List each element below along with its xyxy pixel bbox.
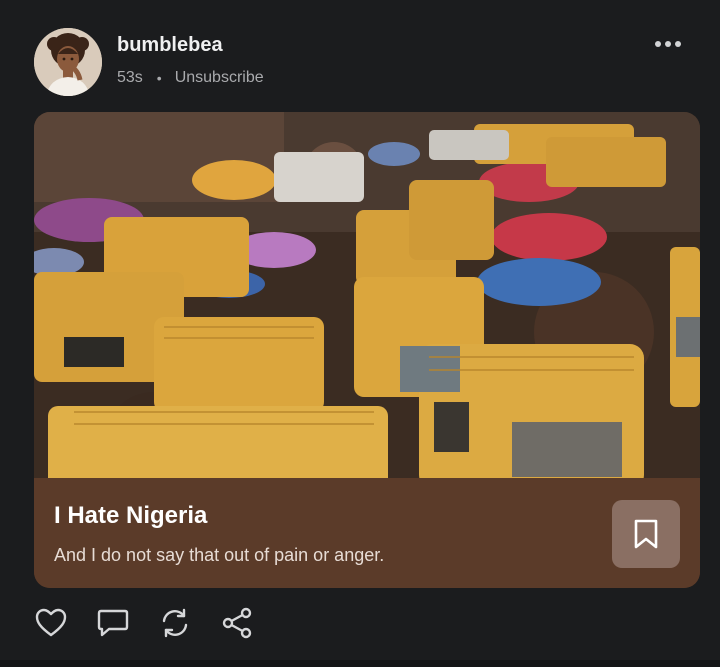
share-icon — [222, 607, 251, 638]
bookmark-button[interactable] — [612, 500, 680, 568]
post-time: 53s — [117, 69, 143, 86]
share-button[interactable] — [220, 606, 253, 639]
divider — [0, 660, 720, 667]
market-photo — [34, 112, 700, 492]
heart-icon — [35, 608, 66, 636]
action-bar — [34, 606, 253, 639]
repost-button[interactable] — [158, 606, 191, 639]
comment-icon — [97, 609, 128, 636]
post-meta: 53s • Unsubscribe — [117, 69, 264, 87]
meta-separator: • — [156, 70, 162, 86]
avatar[interactable] — [34, 28, 102, 96]
author-name[interactable]: bumblebea — [117, 34, 223, 57]
article-card[interactable]: I Hate Nigeria And I do not say that out… — [34, 112, 700, 588]
repost-icon — [162, 608, 187, 637]
more-dot — [675, 41, 681, 47]
card-caption — [34, 478, 700, 588]
like-button[interactable] — [34, 606, 67, 639]
more-dot — [665, 41, 671, 47]
more-horizontal-icon — [655, 41, 661, 47]
comment-button[interactable] — [96, 606, 129, 639]
avatar-illustration — [34, 28, 102, 96]
article-subtitle: And I do not say that out of pain or ang… — [54, 545, 385, 565]
article-title[interactable]: I Hate Nigeria — [54, 502, 207, 530]
more-options-button[interactable] — [648, 30, 688, 58]
unsubscribe-link[interactable]: Unsubscribe — [175, 69, 264, 87]
bookmark-icon — [634, 519, 658, 549]
post: bumblebea 53s • Unsubscribe I Hate Niger… — [0, 0, 720, 667]
